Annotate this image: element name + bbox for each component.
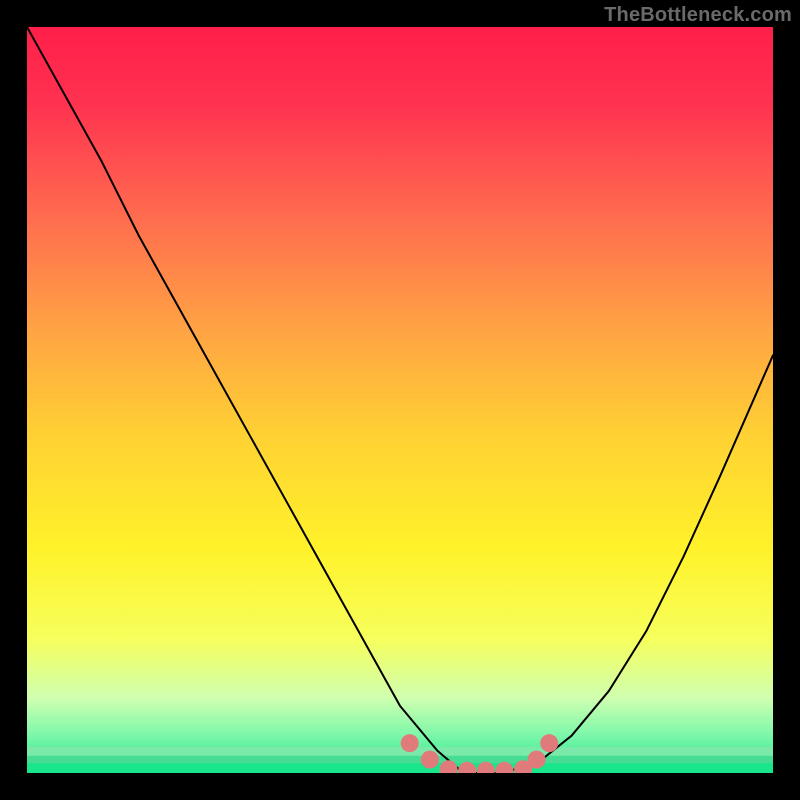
chart-frame: TheBottleneck.com [0,0,800,800]
gradient-band [27,756,773,763]
gradient-band [27,763,773,773]
highlight-dot [540,734,558,752]
highlight-dot [401,734,419,752]
plot-area [27,27,773,773]
bottleneck-chart [27,27,773,773]
watermark-text: TheBottleneck.com [604,4,792,27]
highlight-dot [528,751,546,769]
gradient-band [27,747,773,756]
heatmap-background [27,27,773,773]
highlight-dot [421,751,439,769]
